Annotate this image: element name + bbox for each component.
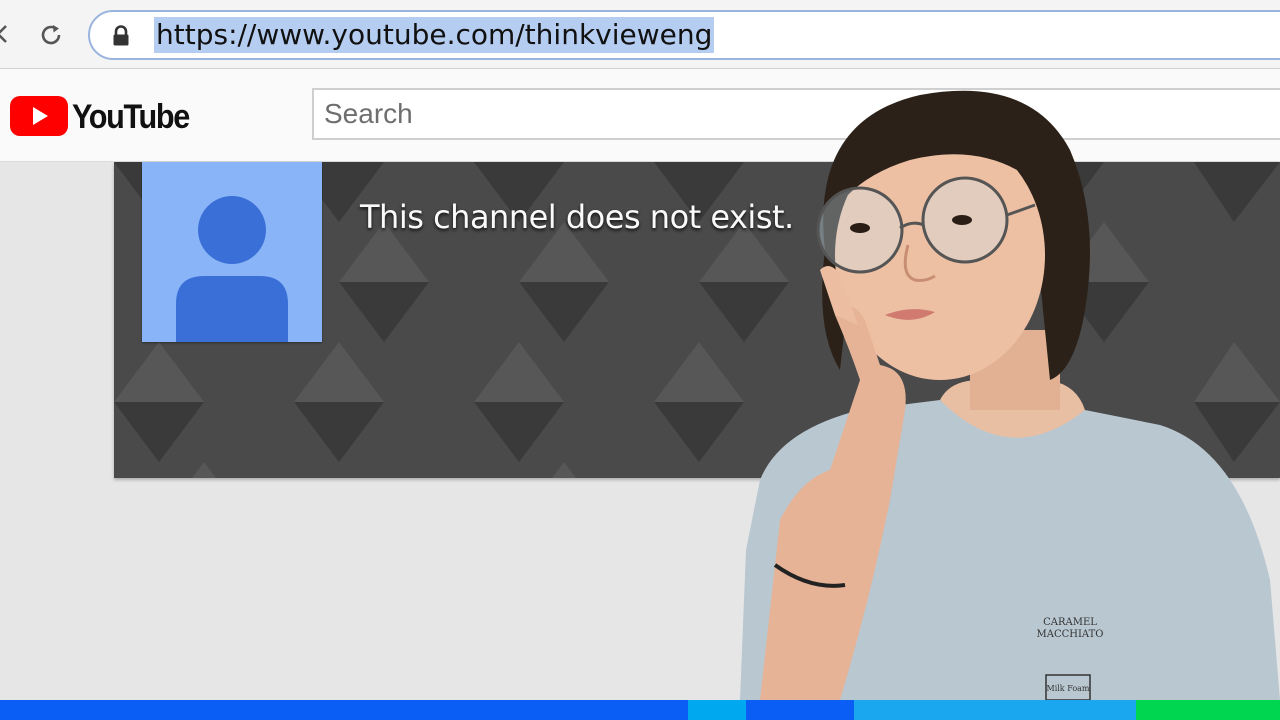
stripe-segment bbox=[688, 700, 746, 720]
stripe-segment bbox=[746, 700, 854, 720]
youtube-wordmark: YouTube bbox=[72, 98, 190, 136]
cup-label: Milk Foam bbox=[1047, 684, 1090, 693]
shirt-print-line-2: MACCHIATO bbox=[1037, 629, 1104, 640]
back-arrow-icon[interactable] bbox=[0, 22, 10, 46]
stripe-segment bbox=[1136, 700, 1280, 720]
stripe-segment bbox=[0, 700, 688, 720]
reload-icon[interactable] bbox=[36, 20, 66, 50]
url-text[interactable]: https://www.youtube.com/thinkvieweng bbox=[154, 17, 715, 53]
shirt-print-line-1: CARAMEL bbox=[1043, 617, 1097, 628]
person-photo: CARAMEL MACCHIATO Milk Foam bbox=[740, 90, 1280, 700]
stripe-segment bbox=[854, 700, 1136, 720]
play-icon bbox=[10, 96, 68, 136]
channel-avatar bbox=[142, 162, 322, 342]
youtube-logo[interactable]: YouTube bbox=[10, 96, 200, 138]
bottom-color-stripe bbox=[0, 700, 1280, 720]
channel-not-exist-message: This channel does not exist. bbox=[360, 198, 794, 236]
user-icon bbox=[176, 196, 288, 342]
lock-icon bbox=[113, 25, 129, 46]
